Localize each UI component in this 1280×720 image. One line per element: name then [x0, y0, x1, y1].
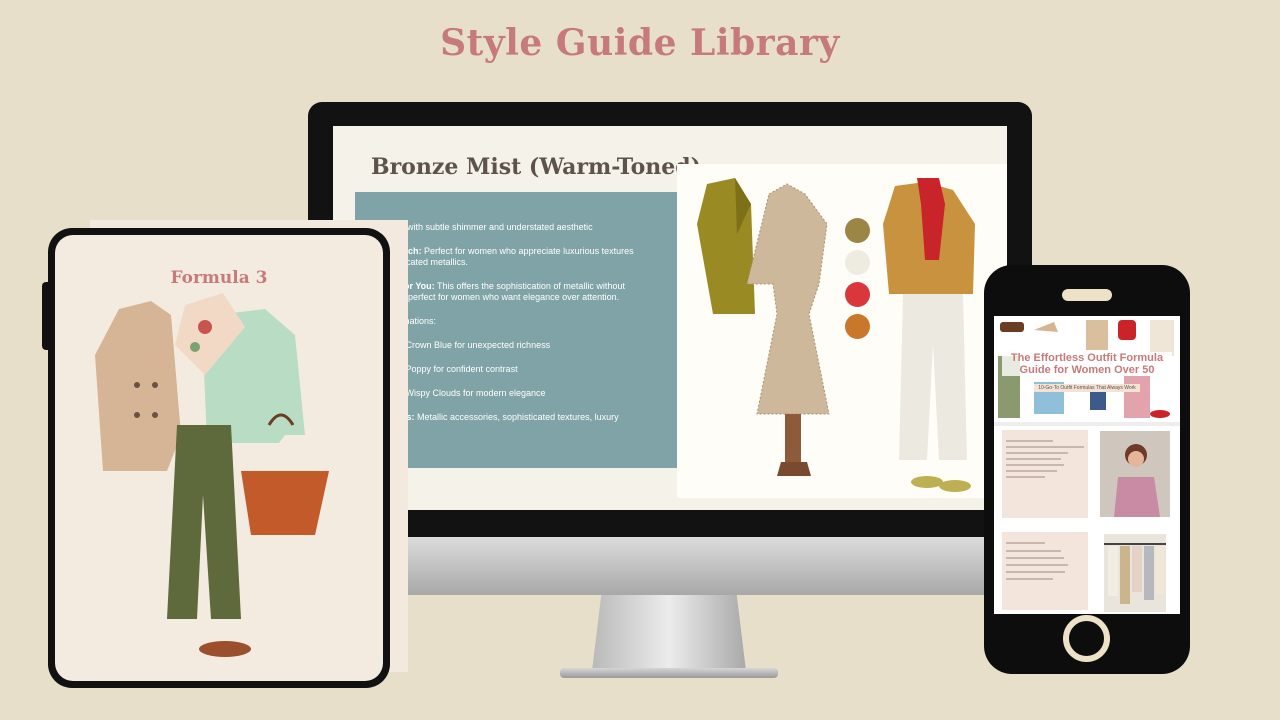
guide-subtitle: 10-Go-To Outfit Formulas That Always Wor… [1034, 384, 1140, 392]
white-trousers-image [899, 294, 967, 460]
description-line: Focus: Metallic accessories, sophisticat… [385, 412, 619, 422]
swatch-red [845, 282, 870, 307]
monitor-screen: Bronze Mist (Warm-Toned) rown with subtl… [333, 126, 1007, 510]
guide-intro-card [1002, 430, 1088, 518]
slide-title: Bronze Mist (Warm-Toned) [371, 154, 702, 180]
phone-speaker [1062, 289, 1112, 301]
monitor-chin [308, 537, 1032, 595]
houndstooth-dress-image [747, 184, 829, 414]
outfit-illustration [697, 178, 975, 492]
orange-tote-image [241, 471, 329, 535]
phone-home-button[interactable] [1063, 615, 1110, 662]
monitor-base [560, 668, 778, 678]
page-title: Style Guide Library [440, 22, 840, 64]
tablet-screen: Formula 3 [55, 235, 383, 681]
swatch-ivory [845, 250, 870, 275]
smartphone-device: The Effortless Outfit Formula Guide for … [984, 265, 1190, 674]
closet-photo [1104, 534, 1166, 612]
outfit-photo [677, 164, 1007, 498]
olive-trousers-image [167, 425, 241, 619]
brown-loafers-image [199, 641, 251, 657]
desktop-monitor: Bronze Mist (Warm-Toned) rown with subtl… [308, 102, 1032, 537]
how-to-use-card [1002, 532, 1088, 610]
description-line: rown with subtle shimmer and understated… [385, 222, 593, 232]
phone-screen: The Effortless Outfit Formula Guide for … [994, 316, 1180, 614]
description-line: ombinations: [385, 316, 437, 326]
tall-boot-image [785, 414, 801, 464]
formula-outfit-illustration [95, 293, 329, 657]
description-line: rks for You: This offers the sophisticat… [385, 281, 625, 302]
guide-cover-banner: The Effortless Outfit Formula Guide for … [1002, 352, 1172, 394]
description-line: With Wispy Clouds for modern elegance [385, 388, 546, 398]
description-line: y Match: Perfect for women who appreciat… [385, 246, 634, 267]
monitor-stand [592, 595, 746, 671]
swatch-copper [845, 314, 870, 339]
description-line: With Crown Blue for unexpected richness [385, 340, 551, 350]
loafer-image [911, 476, 943, 488]
guide-title: The Effortless Outfit Formula Guide for … [1002, 352, 1172, 376]
swatch-olive [845, 218, 870, 243]
description-line: With Poppy for confident contrast [385, 364, 518, 374]
author-photo [1100, 431, 1170, 517]
tablet-device: Formula 3 [48, 228, 390, 688]
